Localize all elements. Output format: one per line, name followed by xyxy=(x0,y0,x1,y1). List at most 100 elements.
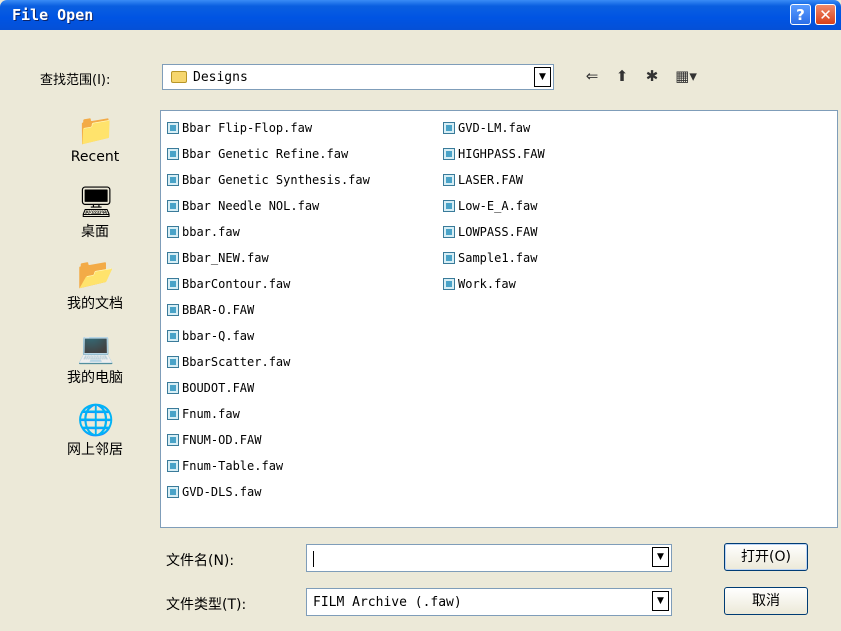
file-name: Bbar Genetic Synthesis.faw xyxy=(182,173,370,187)
filetype-label: 文件类型(T): xyxy=(166,597,247,613)
look-in-dropdown[interactable]: Designs ▼ xyxy=(162,64,554,90)
file-name: FNUM-OD.FAW xyxy=(182,433,262,447)
file-item[interactable]: Bbar Flip-Flop.faw xyxy=(167,115,370,141)
dropdown-arrow-icon[interactable]: ▼ xyxy=(534,67,551,87)
file-icon xyxy=(167,122,179,134)
file-icon xyxy=(167,356,179,368)
close-button[interactable]: ✕ xyxy=(815,4,836,25)
filename-label: 文件名(N): xyxy=(166,553,235,569)
file-icon xyxy=(443,200,455,212)
file-icon xyxy=(443,252,455,264)
file-name: LASER.FAW xyxy=(458,173,524,187)
file-name: BOUDOT.FAW xyxy=(182,381,255,395)
file-item[interactable]: Fnum-Table.faw xyxy=(167,453,370,479)
new-folder-icon[interactable]: ✱ xyxy=(642,66,662,86)
up-folder-icon[interactable]: ⬆ xyxy=(612,66,632,86)
text-caret xyxy=(313,551,314,567)
file-name: Bbar_NEW.faw xyxy=(182,251,269,265)
file-item[interactable]: LOWPASS.FAW xyxy=(443,219,545,245)
place-my-documents[interactable]: 📂 我的文档 xyxy=(40,257,150,313)
file-item[interactable]: GVD-DLS.faw xyxy=(167,479,370,505)
file-icon xyxy=(167,304,179,316)
file-item[interactable]: bbar-Q.faw xyxy=(167,323,370,349)
file-name: BBAR-O.FAW xyxy=(182,303,255,317)
place-label: 网上邻居 xyxy=(67,442,123,458)
recent-folder-icon: 📁 xyxy=(77,113,115,148)
file-item[interactable]: BbarScatter.faw xyxy=(167,349,370,375)
file-name: Sample1.faw xyxy=(458,251,538,265)
file-item[interactable]: Bbar Genetic Refine.faw xyxy=(167,141,370,167)
file-item[interactable]: Low-E_A.faw xyxy=(443,193,545,219)
file-icon xyxy=(167,200,179,212)
file-name: Fnum.faw xyxy=(182,407,240,421)
file-icon xyxy=(167,382,179,394)
cancel-button[interactable]: 取消 xyxy=(724,587,808,615)
file-item[interactable]: HIGHPASS.FAW xyxy=(443,141,545,167)
file-icon xyxy=(167,408,179,420)
file-item[interactable]: FNUM-OD.FAW xyxy=(167,427,370,453)
file-name: GVD-DLS.faw xyxy=(182,485,262,499)
place-network[interactable]: 🌐 网上邻居 xyxy=(40,403,150,459)
file-icon xyxy=(167,174,179,186)
file-icon xyxy=(167,330,179,342)
file-icon xyxy=(167,252,179,264)
place-label: 桌面 xyxy=(81,224,109,240)
file-item[interactable]: BbarContour.faw xyxy=(167,271,370,297)
back-icon[interactable]: ⇐ xyxy=(582,66,602,86)
dropdown-arrow-icon[interactable]: ▼ xyxy=(652,591,669,611)
file-name: BbarContour.faw xyxy=(182,277,291,291)
desktop-icon: 🖥 xyxy=(77,185,116,220)
title-bar[interactable]: File Open ? ✕ xyxy=(0,0,841,30)
help-button[interactable]: ? xyxy=(790,4,811,25)
file-item[interactable]: Bbar_NEW.faw xyxy=(167,245,370,271)
dropdown-arrow-icon[interactable]: ▼ xyxy=(652,547,669,567)
network-places-icon: 🌐 xyxy=(77,403,115,438)
file-icon xyxy=(443,148,455,160)
filename-input[interactable]: ▼ xyxy=(306,544,672,572)
file-icon xyxy=(443,174,455,186)
file-icon xyxy=(167,434,179,446)
place-label: 我的文档 xyxy=(67,296,123,312)
file-item[interactable]: Work.faw xyxy=(443,271,545,297)
file-column-1: Bbar Flip-Flop.faw Bbar Genetic Refine.fa… xyxy=(167,115,370,505)
filetype-value: FILM Archive (.faw) xyxy=(313,595,462,610)
open-button[interactable]: 打开(O) xyxy=(724,543,808,571)
file-name: LOWPASS.FAW xyxy=(458,225,538,239)
file-icon xyxy=(443,122,455,134)
file-item[interactable]: Fnum.faw xyxy=(167,401,370,427)
place-recent[interactable]: 📁 Recent xyxy=(40,113,150,165)
file-icon xyxy=(167,148,179,160)
place-label: 我的电脑 xyxy=(67,370,123,386)
window-title: File Open xyxy=(12,6,94,24)
file-name: Fnum-Table.faw xyxy=(182,459,284,473)
file-name: Work.faw xyxy=(458,277,516,291)
place-desktop[interactable]: 🖥 桌面 xyxy=(40,185,150,241)
file-item[interactable]: Bbar Needle NOL.faw xyxy=(167,193,370,219)
file-icon xyxy=(443,278,455,290)
place-label: Recent xyxy=(70,149,120,165)
file-icon xyxy=(167,460,179,472)
file-item[interactable]: BOUDOT.FAW xyxy=(167,375,370,401)
file-item[interactable]: BBAR-O.FAW xyxy=(167,297,370,323)
my-computer-icon: 💻 xyxy=(77,331,115,366)
file-column-2: GVD-LM.faw HIGHPASS.FAW LASER.FAW Low-E_A.f… xyxy=(443,115,545,297)
file-name: bbar-Q.faw xyxy=(182,329,255,343)
file-name: Bbar Needle NOL.faw xyxy=(182,199,320,213)
file-icon xyxy=(167,278,179,290)
places-bar: 📁 Recent 🖥 桌面 📂 我的文档 💻 我的电脑 🌐 网上邻居 xyxy=(40,107,150,497)
file-name: Bbar Flip-Flop.faw xyxy=(182,121,313,135)
place-my-computer[interactable]: 💻 我的电脑 xyxy=(40,331,150,387)
file-icon xyxy=(167,226,179,238)
my-documents-icon: 📂 xyxy=(77,257,115,292)
folder-icon xyxy=(171,71,187,83)
file-item[interactable]: bbar.faw xyxy=(167,219,370,245)
file-item[interactable]: Bbar Genetic Synthesis.faw xyxy=(167,167,370,193)
file-item[interactable]: Sample1.faw xyxy=(443,245,545,271)
file-name: GVD-LM.faw xyxy=(458,121,531,135)
file-name: Bbar Genetic Refine.faw xyxy=(182,147,349,161)
filetype-dropdown[interactable]: FILM Archive (.faw) ▼ xyxy=(306,588,672,616)
view-menu-icon[interactable]: ▦▾ xyxy=(672,66,700,86)
file-list[interactable]: Bbar Flip-Flop.faw Bbar Genetic Refine.fa… xyxy=(160,110,838,528)
file-item[interactable]: GVD-LM.faw xyxy=(443,115,545,141)
file-item[interactable]: LASER.FAW xyxy=(443,167,545,193)
